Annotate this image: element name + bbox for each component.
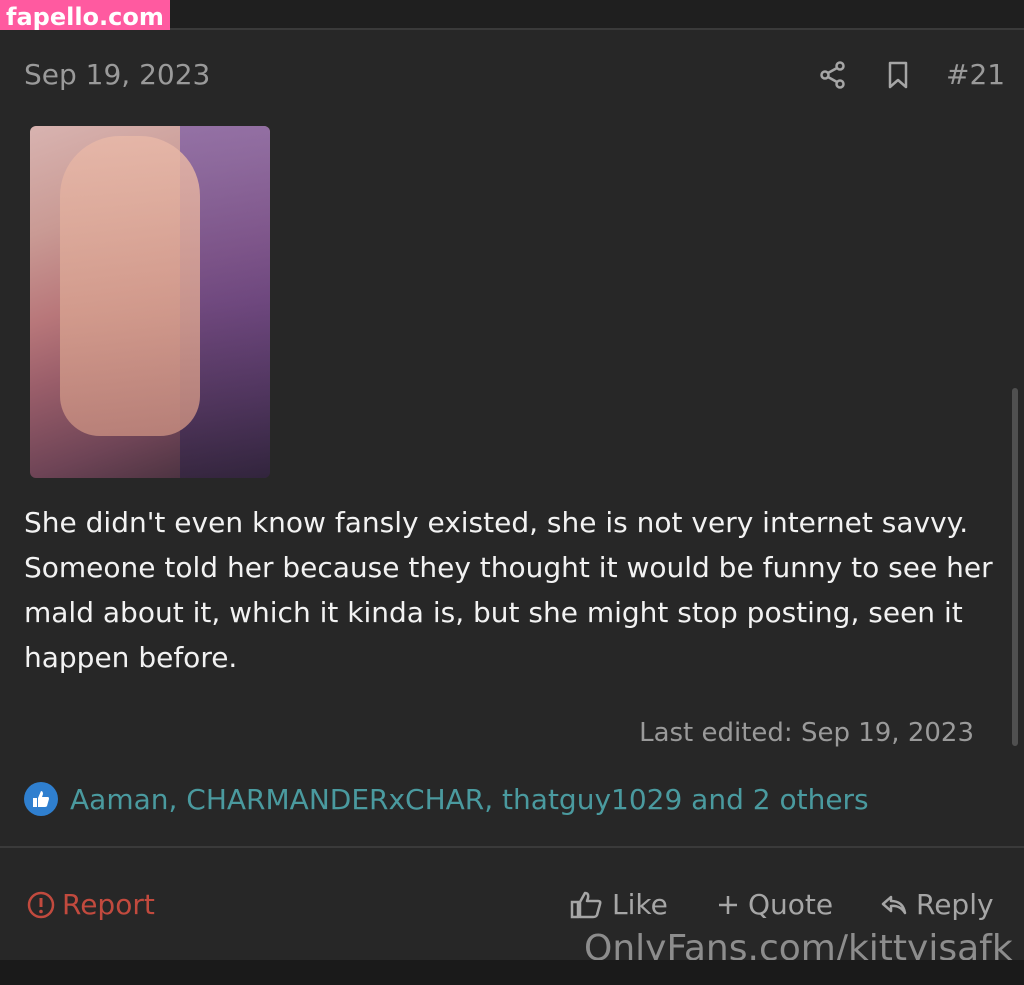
post-number-link[interactable]: #21 <box>946 58 1005 91</box>
attached-image-thumbnail[interactable] <box>30 126 270 478</box>
like-button[interactable]: Like <box>570 888 668 921</box>
thumbs-up-reaction-icon <box>24 782 58 816</box>
reply-arrow-icon <box>881 895 907 914</box>
scrollbar-thumb[interactable] <box>1012 388 1018 746</box>
quote-button[interactable]: Quote <box>716 888 833 921</box>
thumbs-up-icon <box>570 891 602 918</box>
forum-post: Sep 19, 2023 #21 She didn't even know fa… <box>0 30 1024 960</box>
report-button[interactable]: Report <box>26 888 155 921</box>
quote-label: Quote <box>748 888 834 921</box>
plus-icon <box>719 895 737 914</box>
report-label: Report <box>62 888 155 921</box>
last-edited-label: Last edited: Sep 19, 2023 <box>639 718 974 748</box>
bookmark-icon[interactable] <box>884 60 912 90</box>
reply-label: Reply <box>916 888 994 921</box>
image-subject <box>60 136 200 436</box>
post-body: She didn't even know fansly existed, she… <box>24 506 993 674</box>
alert-circle-icon <box>27 891 55 918</box>
reaction-users-link[interactable]: Aaman, CHARMANDERxCHAR, thatguy1029 and … <box>70 783 869 816</box>
post-date[interactable]: Sep 19, 2023 <box>24 58 210 91</box>
bottom-bar <box>0 960 1024 985</box>
reactions-bar[interactable]: Aaman, CHARMANDERxCHAR, thatguy1029 and … <box>24 782 869 816</box>
share-icon[interactable] <box>818 60 848 90</box>
site-logo[interactable]: fapello.com <box>0 0 170 34</box>
like-label: Like <box>612 888 668 921</box>
reply-button[interactable]: Reply <box>880 888 994 921</box>
post-footer-divider <box>0 846 1024 848</box>
